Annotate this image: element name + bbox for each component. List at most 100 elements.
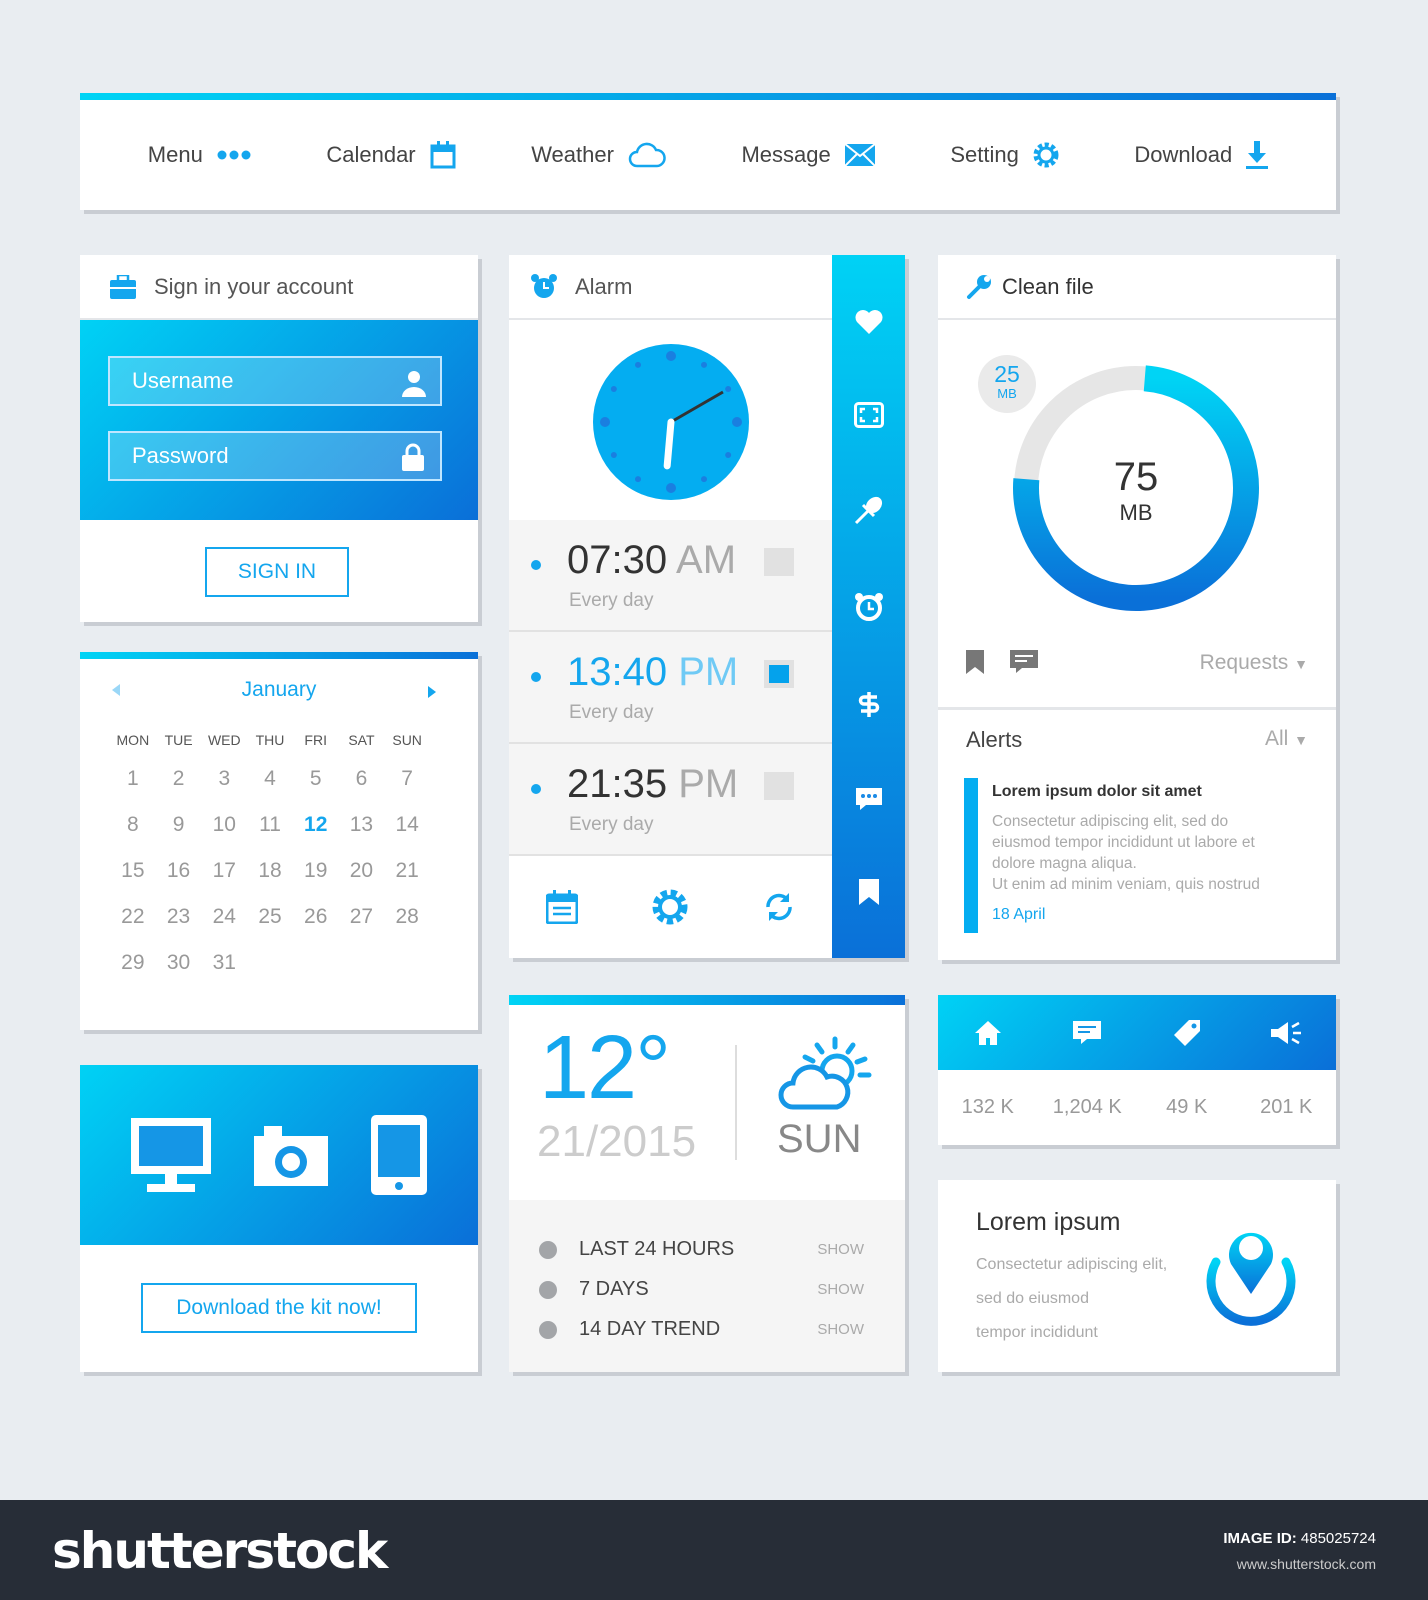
calendar-day[interactable]: 24	[201, 894, 247, 940]
calendar-day[interactable]: 14	[384, 802, 430, 848]
calendar-day[interactable]: 16	[156, 848, 202, 894]
calendar-day[interactable]: 4	[247, 756, 293, 802]
dollar-icon[interactable]	[858, 689, 880, 719]
alarm-bullet	[531, 672, 541, 682]
calendar-day[interactable]: 15	[110, 848, 156, 894]
alarm-toggle-checkbox[interactable]	[764, 772, 794, 800]
calendar-day[interactable]: 18	[247, 848, 293, 894]
bookmark-icon[interactable]	[966, 650, 986, 676]
comment-icon[interactable]	[1010, 650, 1038, 674]
show-button[interactable]: SHOW	[817, 1241, 864, 1258]
calendar-day[interactable]: 31	[201, 940, 247, 986]
calendar-day[interactable]: 25	[247, 894, 293, 940]
weather-day: SUN	[777, 1117, 862, 1161]
show-button[interactable]: SHOW	[817, 1281, 864, 1298]
next-month-arrow-icon[interactable]	[428, 686, 436, 698]
show-button[interactable]: SHOW	[817, 1321, 864, 1338]
site-url: www.shutterstock.com	[1236, 1556, 1376, 1572]
calendar-day[interactable]: 10	[201, 802, 247, 848]
messages-tab[interactable]	[1038, 1020, 1138, 1045]
user-icon	[402, 371, 426, 397]
alarm-icon[interactable]	[854, 592, 884, 622]
weather-history-row: LAST 24 HOURS SHOW	[539, 1238, 864, 1261]
calendar-day[interactable]: 19	[293, 848, 339, 894]
calendar-day[interactable]: 22	[110, 894, 156, 940]
alarm-row[interactable]: 13:40 PM Every day	[509, 632, 832, 744]
calendar-day[interactable]: 12	[293, 802, 339, 848]
chat-icon[interactable]	[854, 786, 884, 812]
download-kit-button[interactable]: Download the kit now!	[141, 1283, 417, 1333]
calendar-day[interactable]: 7	[384, 756, 430, 802]
calendar-day[interactable]: 27	[339, 894, 385, 940]
clock-tick	[666, 483, 676, 493]
sign-in-button[interactable]: SIGN IN	[205, 547, 349, 597]
alarm-row[interactable]: 21:35 PM Every day	[509, 744, 832, 856]
calendar-day[interactable]: 29	[110, 940, 156, 986]
alert-item[interactable]: Lorem ipsum dolor sit amet Consectetur a…	[992, 783, 1322, 924]
free-value: 25	[994, 361, 1020, 387]
alarm-clock-icon	[531, 273, 557, 298]
calendar-day[interactable]: 20	[339, 848, 385, 894]
nav-download[interactable]: Download	[1134, 141, 1269, 169]
calendar-card: January MON TUE WED THU FRI SAT SUN 1234567891…	[80, 652, 478, 1030]
weather-history-list: LAST 24 HOURS SHOW 7 DAYS SHOW 14 DAY TREND S…	[509, 1200, 905, 1372]
calendar-icon[interactable]	[546, 889, 579, 924]
calendar-day[interactable]: 26	[293, 894, 339, 940]
wrench-icon	[967, 274, 991, 299]
heart-icon[interactable]	[855, 309, 883, 335]
weekday-label: SAT	[348, 732, 375, 748]
nav-setting[interactable]: Setting	[950, 142, 1059, 168]
calendar-empty	[247, 940, 293, 986]
gear-icon[interactable]	[652, 889, 688, 925]
nav-message[interactable]: Message	[741, 142, 875, 168]
fullscreen-icon[interactable]	[853, 401, 884, 428]
briefcase-icon	[110, 274, 136, 299]
calendar-month: January	[241, 678, 317, 701]
clock-tick	[635, 476, 641, 483]
clock-tick	[701, 476, 707, 483]
alarm-toggle-checkbox[interactable]	[764, 548, 794, 576]
alerts-filter-dropdown[interactable]: All ▼	[1265, 727, 1308, 751]
refresh-icon[interactable]	[763, 891, 795, 923]
calendar-day[interactable]: 8	[110, 802, 156, 848]
pin-icon[interactable]	[854, 495, 884, 525]
requests-dropdown[interactable]: Requests ▼	[1200, 651, 1308, 675]
clock-tick	[635, 361, 641, 368]
row-bullet	[539, 1240, 557, 1259]
calendar-day[interactable]: 23	[156, 894, 202, 940]
nav-calendar[interactable]: Calendar	[326, 141, 456, 169]
nav-label: Setting	[950, 142, 1019, 167]
alarm-title: Alarm	[575, 273, 633, 299]
calendar-day[interactable]: 28	[384, 894, 430, 940]
alerts-title: Alerts	[966, 727, 1023, 752]
top-nav: Menu Calendar Weather Message Setting Do…	[80, 93, 1336, 210]
calendar-day[interactable]: 5	[293, 756, 339, 802]
calendar-day[interactable]: 3	[201, 756, 247, 802]
weekday-label: WED	[207, 732, 241, 748]
stat-value: 1,204 K	[1052, 1096, 1122, 1118]
announcements-tab[interactable]	[1237, 1021, 1337, 1045]
calendar-day[interactable]: 11	[247, 802, 293, 848]
username-input[interactable]: Username	[108, 356, 442, 406]
calendar-day[interactable]: 2	[156, 756, 202, 802]
calendar-day[interactable]: 21	[384, 848, 430, 894]
weather-history-row: 14 DAY TREND SHOW	[539, 1318, 864, 1341]
calendar-day[interactable]: 30	[156, 940, 202, 986]
calendar-day[interactable]: 9	[156, 802, 202, 848]
alarm-row[interactable]: 07:30 AM Every day	[509, 520, 832, 632]
calendar-day[interactable]: 1	[110, 756, 156, 802]
password-input[interactable]: Password	[108, 431, 442, 481]
alarm-toggle-checkbox[interactable]	[764, 660, 794, 688]
home-tab[interactable]	[938, 1020, 1038, 1045]
calendar-day[interactable]: 6	[339, 756, 385, 802]
calendar-day[interactable]: 13	[339, 802, 385, 848]
nav-weather[interactable]: Weather	[531, 142, 666, 168]
bookmark-icon[interactable]	[858, 878, 879, 905]
image-id-label: IMAGE ID:	[1223, 1530, 1297, 1547]
nav-menu[interactable]: Menu	[148, 142, 251, 168]
calendar-day[interactable]: 17	[201, 848, 247, 894]
tags-tab[interactable]	[1137, 1019, 1237, 1047]
location-card: Lorem ipsum Consectetur adipiscing elit,…	[938, 1180, 1336, 1372]
calendar-week: 1234567	[110, 756, 430, 802]
analog-clock	[593, 344, 749, 500]
